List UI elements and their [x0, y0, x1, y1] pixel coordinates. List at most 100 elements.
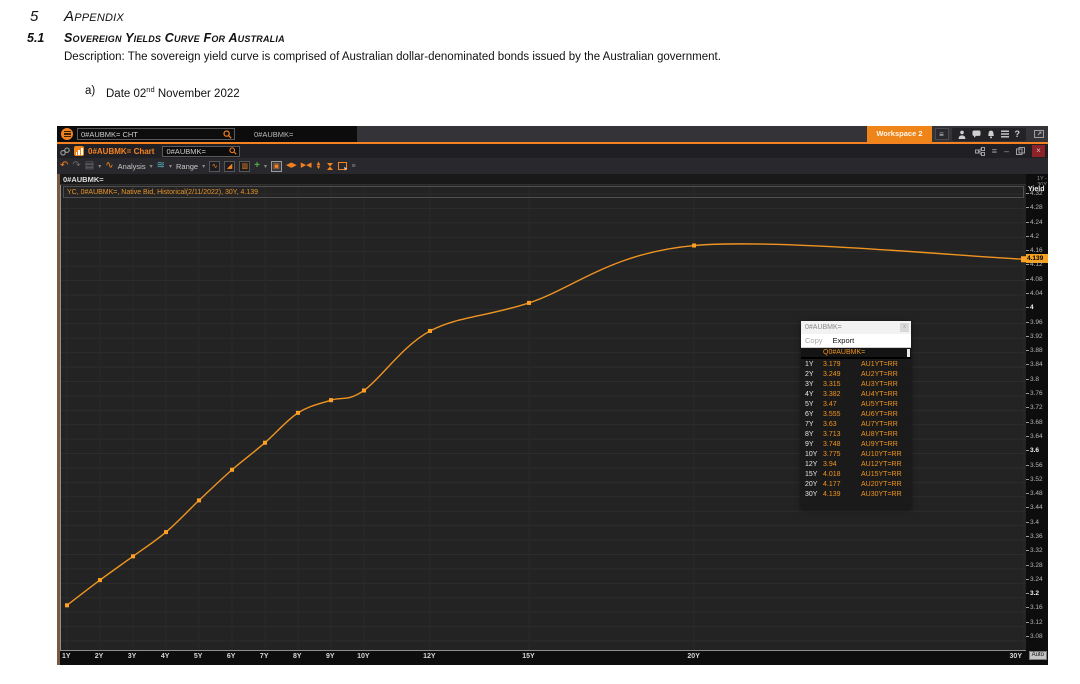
chart-tab-title[interactable]: 0#AUBMK= Chart	[88, 147, 154, 156]
popup-table-row[interactable]: 5Y 3.47 AU5YT=RR	[801, 399, 911, 409]
popup-cell-tenor: 20Y	[805, 480, 818, 488]
x-tick-label: 15Y	[522, 653, 535, 660]
popup-cell-tenor: 30Y	[805, 490, 818, 498]
x-tick-label: 10Y	[357, 653, 370, 660]
y-axis[interactable]: Yield 4.139 4.32 4.28 4.24 4.2 4.16 4.12 4.08 4…	[1026, 185, 1048, 651]
analysis-button[interactable]: Analysis	[118, 162, 146, 171]
x-tick-label: 5Y	[193, 653, 203, 660]
panel-menu-icon[interactable]: ≡	[992, 146, 997, 156]
y-tick-label: 3.48	[1026, 490, 1043, 497]
popup-table-row[interactable]: 3Y 3.315 AU3YT=RR	[801, 379, 911, 389]
popup-table-row[interactable]: 12Y 3.94 AU12YT=RR	[801, 459, 911, 469]
range-button[interactable]: Range	[176, 162, 198, 171]
axis-corner: Auto	[1026, 651, 1048, 665]
layers-dropdown-icon[interactable]: ▾	[169, 163, 172, 170]
undo-icon[interactable]: ↶	[60, 161, 68, 171]
popup-cell-ric: AU7YT=RR	[861, 420, 898, 428]
workspace-menu-icon[interactable]: ≡	[934, 128, 949, 140]
analysis-dropdown-icon[interactable]: ▾	[150, 163, 153, 170]
selected-tool-icon[interactable]: ▣	[270, 160, 282, 172]
crosshair-icon[interactable]: +	[254, 161, 260, 171]
popup-table-row[interactable]: 2Y 3.249 AU2YT=RR	[801, 369, 911, 379]
minimize-icon[interactable]: –	[1004, 146, 1009, 156]
help-icon[interactable]: ?	[1015, 129, 1021, 139]
search-icon[interactable]	[229, 147, 238, 155]
popup-cell-tenor: 7Y	[805, 420, 814, 428]
popup-table-row[interactable]: 8Y 3.713 AU8YT=RR	[801, 429, 911, 439]
global-search-input[interactable]	[77, 128, 235, 140]
popup-cell-tenor: 1Y	[805, 360, 814, 368]
popup-cell-val: 4.018	[823, 470, 841, 478]
popup-close-icon[interactable]: x	[900, 323, 909, 332]
line-chart-type-icon[interactable]: ∿	[209, 160, 221, 172]
open-window-icon[interactable]	[1034, 130, 1044, 138]
series-legend[interactable]: YC, 0#AUBMK=, Native Bid, Historical(2/1…	[63, 186, 1024, 198]
popup-cell-ric: AU15YT=RR	[861, 470, 902, 478]
popup-cell-ric: AU6YT=RR	[861, 410, 898, 418]
auto-scale-button[interactable]: Auto	[1028, 651, 1047, 660]
popup-table-row[interactable]: 1Y 3.179 AU1YT=RR	[801, 359, 911, 369]
expand-vertical-icon[interactable]: ▲ ▼	[316, 161, 322, 171]
popup-cell-tenor: 8Y	[805, 430, 814, 438]
popup-cell-val: 3.179	[823, 360, 841, 368]
popup-cell-val: 4.177	[823, 480, 841, 488]
y-tick-label: 4	[1026, 304, 1034, 311]
y-tick-label: 3.84	[1026, 361, 1043, 368]
y-tick-label: 3.36	[1026, 533, 1043, 540]
popup-table-row[interactable]: 15Y 4.018 AU15YT=RR	[801, 469, 911, 479]
plot-area[interactable]: YC, 0#AUBMK=, Native Bid, Historical(2/1…	[60, 185, 1026, 651]
y-tick-label: 3.32	[1026, 547, 1043, 554]
compress-horizontal-icon[interactable]: ▶◀	[301, 161, 312, 171]
popup-cell-ric: AU10YT=RR	[861, 450, 902, 458]
x-axis[interactable]: 1Y 2Y 3Y 4Y 5Y 6Y 7Y 8Y 9Y 10Y 12Y 15Y 20Y 30Y	[60, 651, 1026, 665]
popup-table-row[interactable]: 20Y 4.177 AU20YT=RR	[801, 479, 911, 489]
link-icon[interactable]	[60, 146, 70, 156]
popup-cell-val: 3.47	[823, 400, 837, 408]
y-tick-label: 3.72	[1026, 404, 1043, 411]
pan-horizontal-icon[interactable]: ◀▶	[286, 161, 297, 171]
y-tick-label: 3.08	[1026, 633, 1043, 640]
popout-icon[interactable]	[1016, 147, 1025, 155]
axis-range-label: 1Y - 30Y	[1026, 174, 1048, 188]
bell-icon[interactable]	[987, 130, 995, 139]
toolbar-more-icon[interactable]: ≡	[352, 163, 356, 170]
area-chart-type-icon[interactable]: ◢	[224, 160, 236, 172]
popup-cell-ric: AU8YT=RR	[861, 430, 898, 438]
chart-app-icon	[74, 146, 84, 156]
popup-table-row[interactable]: 10Y 3.775 AU10YT=RR	[801, 449, 911, 459]
apps-grid-icon[interactable]	[1000, 130, 1009, 138]
popup-cell-tenor: 12Y	[805, 460, 818, 468]
close-icon[interactable]: ×	[1032, 145, 1045, 157]
range-dropdown-icon[interactable]: ▾	[202, 163, 205, 170]
search-icon[interactable]	[223, 129, 232, 139]
popup-table-row[interactable]: 9Y 3.748 AU9YT=RR	[801, 439, 911, 449]
folder-icon[interactable]: ▤	[85, 161, 94, 171]
folder-dropdown-icon[interactable]: ▾	[98, 163, 101, 170]
layout-tree-icon[interactable]	[974, 146, 985, 156]
popup-table-row[interactable]: 4Y 3.382 AU4YT=RR	[801, 389, 911, 399]
crosshair-dropdown-icon[interactable]: ▾	[264, 163, 267, 170]
popup-table-row[interactable]: 7Y 3.63 AU7YT=RR	[801, 419, 911, 429]
workspace-tab[interactable]: Workspace 2	[867, 126, 932, 142]
y-tick-label: 3.88	[1026, 347, 1043, 354]
hourglass-icon[interactable]	[326, 162, 334, 171]
popup-header[interactable]: 0#AUBMK= x	[801, 321, 911, 334]
popup-scroll-handle[interactable]	[907, 349, 910, 357]
chat-icon[interactable]	[972, 130, 981, 138]
popup-table-row[interactable]: 6Y 3.555 AU6YT=RR	[801, 409, 911, 419]
quote-code-label: 0#AUBMK=	[254, 129, 294, 139]
popup-table-row[interactable]: 30Y 4.139 AU30YT=RR	[801, 489, 911, 499]
description-text: Description: The sovereign yield curve i…	[64, 51, 721, 63]
copy-menu-item[interactable]: Copy	[805, 336, 823, 345]
popup-cell-tenor: 3Y	[805, 380, 814, 388]
zoom-region-icon[interactable]	[337, 161, 348, 171]
y-tick-label: 4.08	[1026, 276, 1043, 283]
user-icon[interactable]	[958, 130, 966, 139]
layers-icon[interactable]: ≋	[157, 161, 165, 171]
y-tick-label: 3.44	[1026, 504, 1043, 511]
candle-chart-type-icon[interactable]: ▥	[239, 160, 251, 172]
export-menu-item[interactable]: Export	[833, 336, 855, 345]
redo-icon[interactable]: ↷	[72, 161, 80, 171]
y-tick-label: 3.52	[1026, 476, 1043, 483]
app-menu-icon[interactable]	[61, 128, 73, 140]
